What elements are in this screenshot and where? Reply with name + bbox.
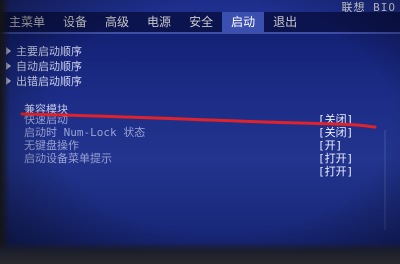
submenu-list: 主要启动顺序 自动启动顺序 出错启动顺序 [6, 44, 82, 89]
menu-bar: 主菜单 设备 高级 电源 安全 启动 退出 [0, 12, 400, 32]
submenu-label: 主要启动顺序 [16, 45, 82, 58]
setting-numlock-state[interactable]: 启动时 Num-Lock 状态 [关闭] [24, 127, 384, 139]
setting-value[interactable]: [打开] [318, 153, 353, 165]
submenu-label: 出错启动顺序 [16, 75, 82, 88]
submenu-label: 自动启动顺序 [16, 60, 82, 73]
setting-value[interactable]: [打开] [318, 166, 353, 178]
submenu-primary-boot-sequence[interactable]: 主要启动顺序 [6, 44, 82, 58]
tab-exit[interactable]: 退出 [264, 12, 306, 32]
tab-devices[interactable]: 设备 [54, 12, 96, 32]
tab-startup[interactable]: 启动 [222, 12, 265, 32]
monitor-bezel [0, 242, 400, 264]
setting-label: 启动设备菜单提示 [24, 152, 112, 165]
menu-divider [0, 32, 400, 34]
tab-advanced[interactable]: 高级 [96, 12, 138, 32]
submenu-error-boot-sequence[interactable]: 出错启动顺序 [6, 74, 82, 88]
setting-keyboardless-operation[interactable]: 无键盘操作 [开] [24, 140, 384, 152]
title-bar: 联想 BIO [0, 0, 400, 14]
settings-list: 快速启动 [关闭] 启动时 Num-Lock 状态 [关闭] 无键盘操作 [开]… [24, 114, 384, 179]
setting-value[interactable]: [关闭] [318, 127, 353, 139]
setting-quick-boot[interactable]: 快速启动 [关闭] [24, 114, 384, 126]
bezel-left [0, 0, 10, 264]
setting-label: 快速启动 [24, 113, 68, 126]
setting-value[interactable]: [开] [318, 140, 342, 152]
setting-boot-device-menu-prompt[interactable]: 启动设备菜单提示 [打开] [24, 153, 384, 165]
setting-value[interactable]: [关闭] [318, 114, 353, 126]
panel-edge [384, 130, 386, 230]
setting-unlabeled[interactable]: [打开] [24, 166, 384, 178]
tab-power[interactable]: 电源 [138, 12, 180, 32]
setting-label: 启动时 Num-Lock 状态 [24, 126, 146, 139]
submenu-automatic-boot-sequence[interactable]: 自动启动顺序 [6, 59, 82, 73]
setting-label: 无键盘操作 [24, 139, 79, 152]
bios-screen: 联想 BIO 主菜单 设备 高级 电源 安全 启动 退出 主要启动顺序 自动启动… [0, 0, 400, 264]
tab-security[interactable]: 安全 [180, 12, 222, 32]
